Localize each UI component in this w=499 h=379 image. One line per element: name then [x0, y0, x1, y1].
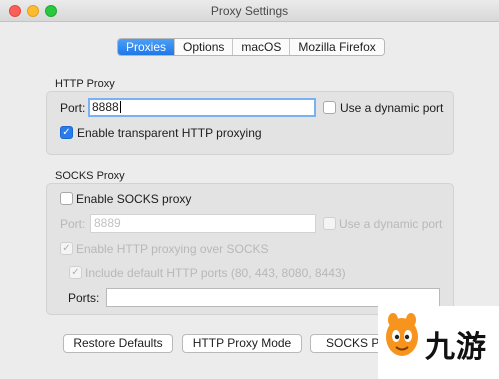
socks-dynamic-port-checkbox[interactable] [323, 217, 336, 230]
socks-ports-input[interactable] [106, 288, 440, 307]
tab-proxies[interactable]: Proxies [118, 39, 175, 55]
tab-mozilla-firefox[interactable]: Mozilla Firefox [289, 39, 384, 55]
enable-socks-checkbox[interactable] [60, 192, 73, 205]
transparent-proxy-checkbox[interactable]: ✓ [60, 126, 73, 139]
restore-defaults-button[interactable]: Restore Defaults [63, 334, 173, 353]
include-default-ports-label: Include default HTTP ports (80, 443, 808… [85, 266, 346, 280]
proxy-settings-window: Proxy Settings Proxies Options macOS Moz… [0, 0, 499, 379]
socks-port-input[interactable]: 8889 [90, 214, 316, 233]
watermark-logo: 九游 [378, 306, 499, 379]
mascot-icon [386, 313, 418, 356]
http-port-value: 8888 [92, 100, 119, 114]
tab-bar: Proxies Options macOS Mozilla Firefox [117, 38, 385, 56]
http-port-label: Port: [60, 101, 86, 115]
http-port-input[interactable]: 8888 [88, 98, 316, 117]
watermark-text: 九游 [425, 330, 487, 365]
text-caret [119, 101, 121, 113]
http-over-socks-checkbox[interactable]: ✓ [60, 242, 73, 255]
enable-socks-label: Enable SOCKS proxy [76, 192, 192, 206]
http-proxy-mode-button[interactable]: HTTP Proxy Mode [182, 334, 302, 353]
http-proxy-group-label: HTTP Proxy [55, 78, 115, 90]
transparent-proxy-label: Enable transparent HTTP proxying [77, 126, 262, 140]
socks-dynamic-port-label: Use a dynamic port [339, 217, 443, 231]
include-default-ports-checkbox[interactable]: ✓ [69, 266, 82, 279]
http-dynamic-port-checkbox[interactable] [323, 101, 336, 114]
socks-port-label: Port: [60, 217, 86, 231]
socks-ports-label: Ports: [68, 291, 100, 305]
title-bar[interactable]: Proxy Settings [0, 0, 499, 22]
http-over-socks-label: Enable HTTP proxying over SOCKS [76, 242, 269, 256]
socks-proxy-group-label: SOCKS Proxy [55, 170, 125, 182]
window-title: Proxy Settings [210, 4, 289, 18]
http-dynamic-port-label: Use a dynamic port [340, 101, 444, 115]
tab-options[interactable]: Options [174, 39, 233, 55]
tab-macos[interactable]: macOS [232, 39, 290, 55]
